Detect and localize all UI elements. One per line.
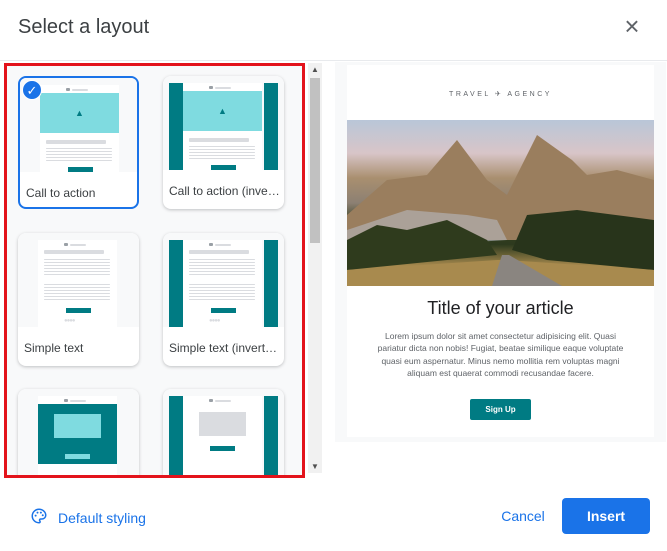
travel-agency-logo: TRAVEL ✈ AGENCY (449, 91, 552, 98)
email-preview: TRAVEL ✈ AGENCY Title of your article Lo… (347, 65, 654, 437)
layout-card[interactable]: ●●●● Simple text (18, 233, 139, 366)
hero-image (347, 120, 654, 286)
image-icon: ▲ (40, 93, 119, 133)
scroll-up-arrow[interactable]: ▲ (311, 65, 319, 74)
thumbnail-page: ▲ (183, 83, 262, 170)
layout-label: Simple text (inverted) (169, 341, 281, 355)
thumbnail-page: ●●●● (183, 240, 262, 327)
thumbnail-page (38, 396, 117, 475)
default-styling-label: Default styling (58, 509, 146, 526)
layout-thumbnail: ●●●● (18, 233, 139, 327)
default-styling-button[interactable]: Default styling (30, 507, 146, 528)
scrollbar-thumb[interactable] (310, 78, 320, 243)
article-body: Lorem ipsum dolor sit amet consectetur a… (377, 331, 624, 378)
layout-thumbnail: ▲ (163, 76, 284, 170)
layout-thumbnail (18, 389, 139, 475)
palette-icon (30, 507, 48, 528)
scrollbar[interactable]: ▲ ▼ (308, 63, 322, 473)
teal-side (169, 83, 183, 170)
teal-side (264, 83, 278, 170)
teal-side (169, 240, 183, 327)
layout-label: Simple text (24, 341, 84, 355)
teal-side (264, 240, 278, 327)
thumbnail-page: ●●●● (38, 240, 117, 327)
selected-check-icon: ✓ (22, 80, 42, 100)
teal-side (264, 396, 278, 475)
cancel-button[interactable]: Cancel (492, 498, 554, 534)
layout-thumbnail: ●●●● (163, 233, 284, 327)
teal-side (169, 396, 183, 475)
layout-card[interactable]: ●●●● Simple text (inverted) (163, 233, 284, 366)
insert-button[interactable]: Insert (562, 498, 650, 534)
scroll-down-arrow[interactable]: ▼ (311, 462, 319, 471)
sign-up-button: Sign Up (470, 399, 531, 420)
image-icon: ▲ (183, 91, 262, 131)
layout-thumbnail (163, 389, 284, 475)
layout-card[interactable]: ▲ ✓ Call to action (18, 76, 139, 209)
layout-card[interactable]: ▲ Call to action (inverted) (163, 76, 284, 209)
layout-card[interactable] (163, 389, 284, 475)
layout-card[interactable] (18, 389, 139, 475)
thumbnail-page: ▲ (40, 85, 119, 172)
article-title: Title of your article (427, 298, 574, 318)
mountain-road-image (347, 135, 654, 286)
layout-label: Call to action (26, 186, 96, 200)
close-icon[interactable]: × (620, 13, 644, 39)
layout-list: ▲ ✓ Call to action ▲ Call to action (inverte… (4, 63, 305, 478)
layout-label: Call to action (inverted) (169, 184, 281, 198)
header-divider (0, 60, 667, 61)
dialog-title: Select a layout (18, 16, 150, 38)
layout-preview: TRAVEL ✈ AGENCY Title of your article Lo… (335, 62, 666, 442)
thumbnail-page (183, 396, 262, 475)
